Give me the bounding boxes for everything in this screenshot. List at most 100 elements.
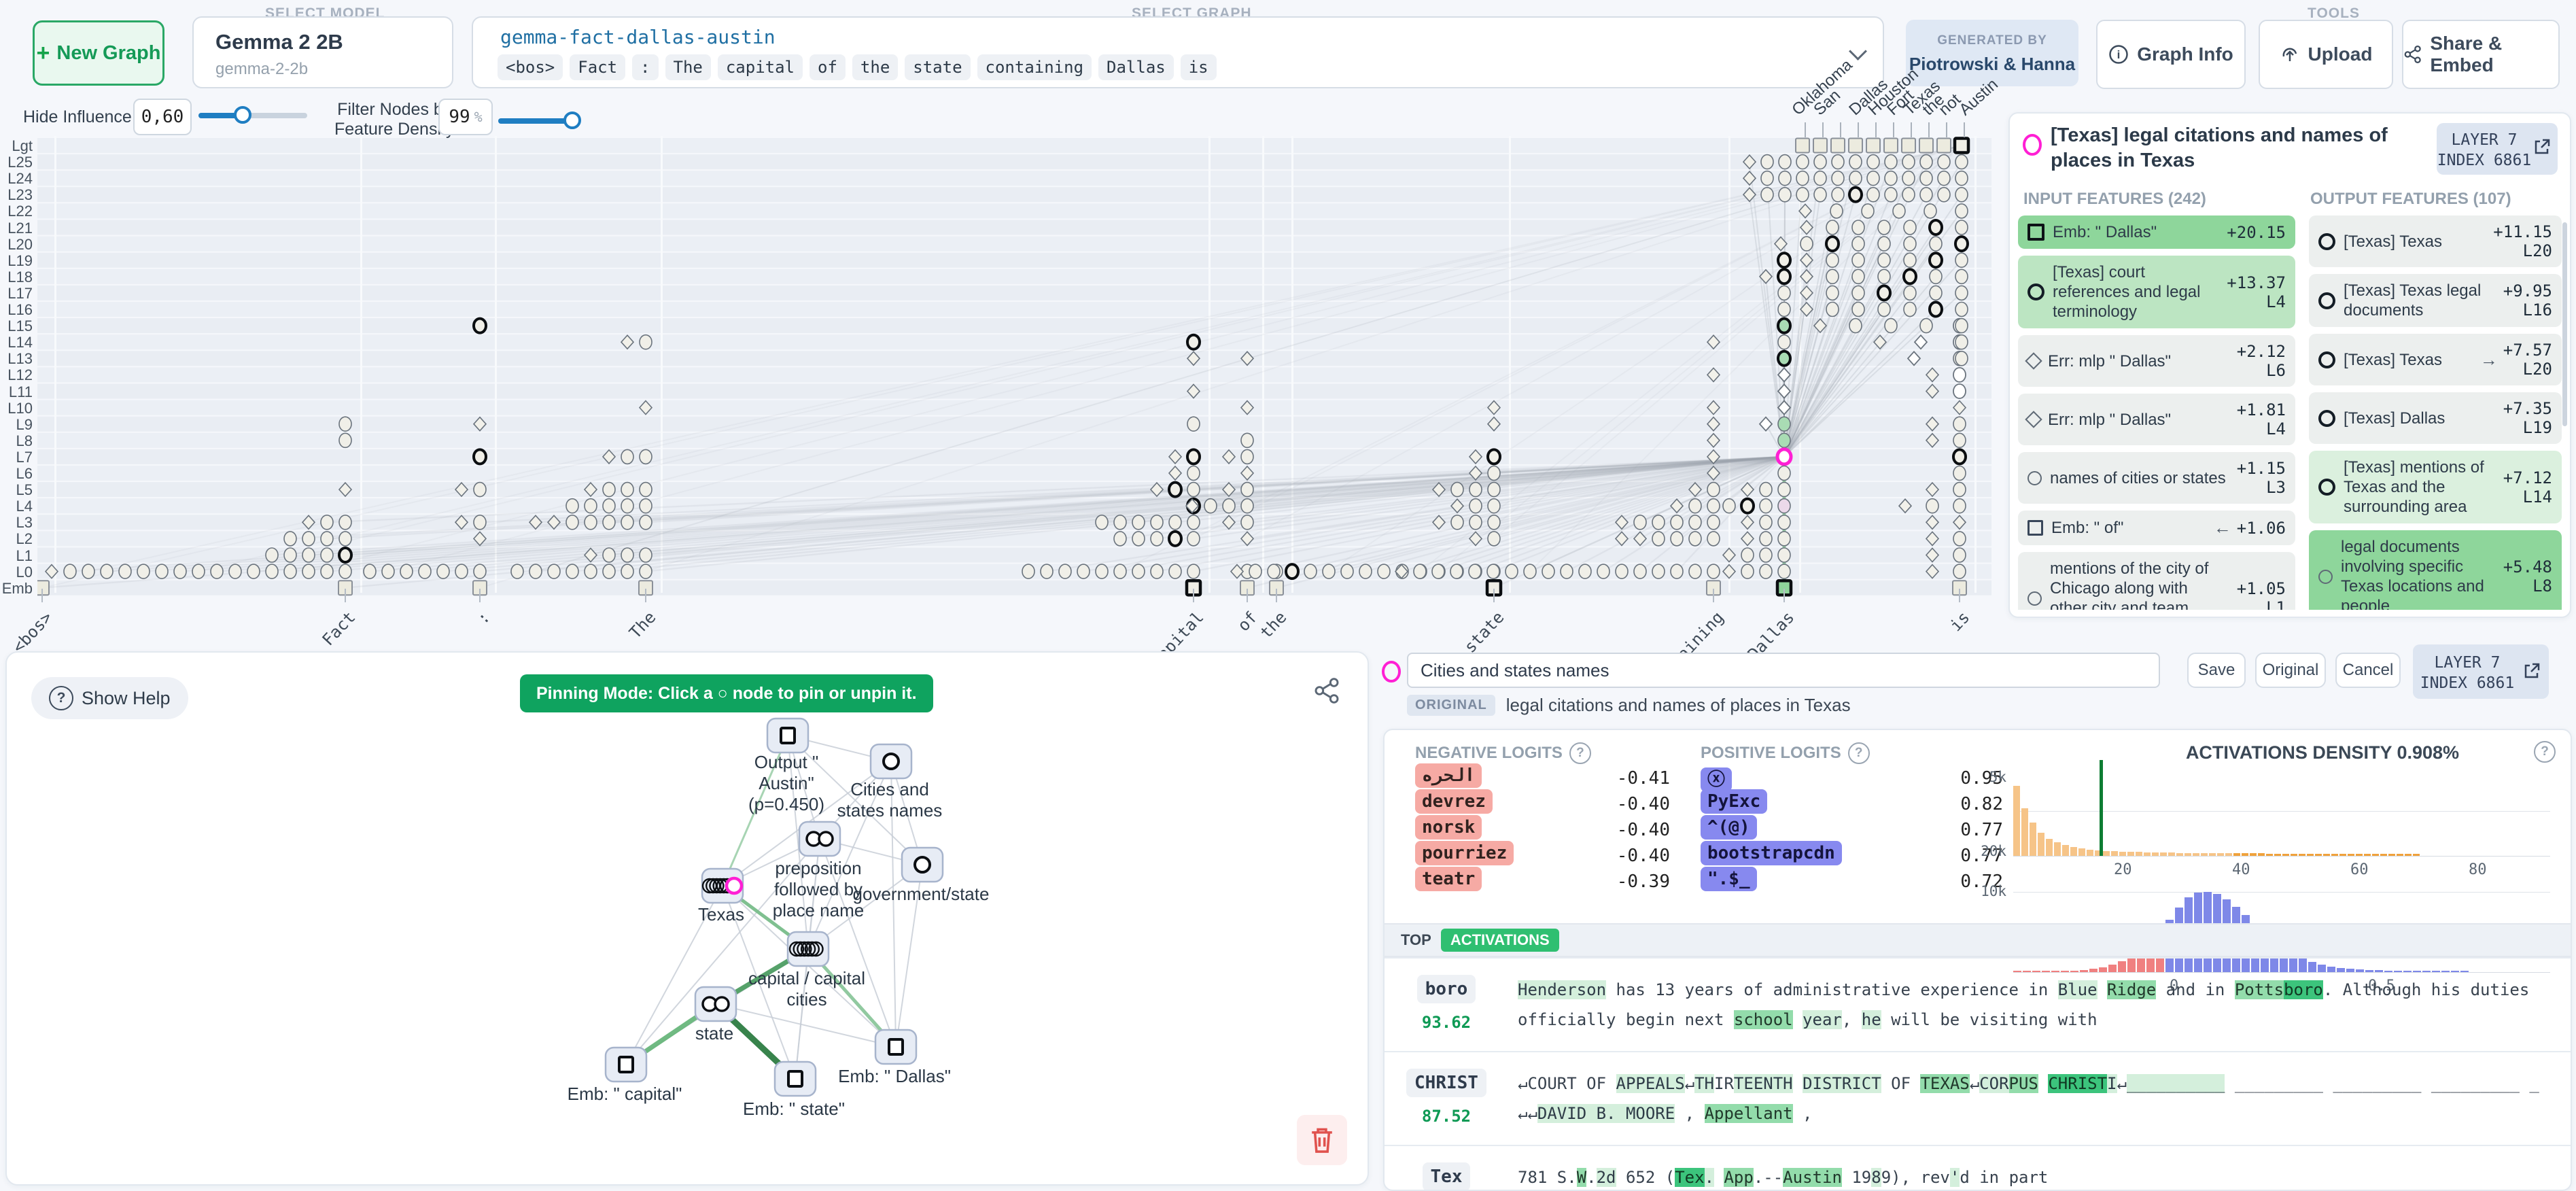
activations-density-title: ACTIVATIONS DENSITY 0.908% (2185, 742, 2460, 763)
prompt-token[interactable]: capital (717, 54, 803, 80)
prompt-token[interactable]: Dallas (1098, 54, 1174, 80)
activation-value: 93.62 (1421, 1013, 1472, 1032)
feature-label: [Texas] court references and legal termi… (2053, 263, 2201, 321)
graph-select[interactable]: gemma-fact-dallas-austin <bos> Fact: The ca… (472, 16, 1884, 88)
feature-list-item[interactable]: names of cities or states +1.15 L3 (2018, 452, 2295, 504)
feature-list-item[interactable]: mentions of the city of Chicago along wi… (2018, 552, 2295, 610)
subgraph-node-texas[interactable] (701, 867, 742, 901)
upload-button[interactable]: Upload (2259, 20, 2393, 89)
prompt-token[interactable]: of (810, 54, 846, 80)
subgraph-node-emb_capital[interactable] (604, 1046, 645, 1080)
hide-influence-slider[interactable] (198, 106, 307, 124)
prompt-token[interactable]: The (665, 54, 711, 80)
cancel-button[interactable]: Cancel (2335, 653, 2401, 688)
graph-info-label: Graph Info (2137, 44, 2233, 65)
hide-influence-input[interactable]: 0,60 (133, 99, 192, 135)
layer-label: L20 (7, 235, 33, 253)
top-label: TOP (1401, 931, 1431, 948)
feature-value: +7.12 L14 (2503, 468, 2552, 506)
logit-tick (1946, 122, 1947, 137)
selected-node-ring-icon (1382, 661, 1401, 683)
feature-value: +9.95 L16 (2503, 281, 2552, 320)
activation-row[interactable]: boro 93.62 Henderson has 13 years of admin… (1385, 957, 2571, 1051)
feature-list-item[interactable]: Err: mlp " Dallas" +1.81 L4 (2018, 394, 2295, 445)
feature-list-item[interactable]: [Texas] court references and legal termi… (2018, 256, 2295, 328)
prompt-token[interactable]: the (852, 54, 899, 80)
prompt-token[interactable]: is (1180, 54, 1217, 80)
save-button[interactable]: Save (2187, 653, 2246, 688)
subgraph-node-government[interactable] (901, 846, 941, 880)
negative-logit-value: -0.41 (1616, 768, 1670, 789)
filter-density-input[interactable]: 99% (438, 99, 493, 135)
axis-tick (1193, 589, 1194, 602)
generated-by-badge: GENERATED BY Piotrowski & Hanna (1906, 20, 2078, 86)
activation-row[interactable]: CHRIST 87.52 ↵COURT OF APPEALS↵THIRTEENTH … (1385, 1051, 2571, 1145)
feature-label: [Texas] Texas (2344, 350, 2442, 369)
prompt-token[interactable]: : (632, 54, 659, 80)
share-embed-button[interactable]: Share & Embed (2402, 20, 2560, 89)
feature-value: +1.81 L4 (2236, 400, 2286, 438)
feature-value: +11.15 L20 (2493, 222, 2552, 260)
original-button[interactable]: Original (2255, 653, 2326, 688)
subgraph-node-label-emb_capital: Emb: " capital" (567, 1084, 682, 1104)
axis-tick (1783, 589, 1785, 602)
positive-logit-token: PyExc (1701, 789, 1768, 814)
model-select[interactable]: Gemma 2 2B gemma-2-2b (192, 16, 617, 88)
subgraph-node-emb_dallas[interactable] (874, 1029, 915, 1063)
feature-label-input[interactable] (1407, 653, 2160, 688)
layer-label: L3 (16, 514, 33, 532)
prompt-token[interactable]: Fact (570, 54, 626, 80)
scrollbar[interactable] (2562, 222, 2567, 426)
subgraph-node-capital_cities[interactable] (786, 931, 827, 965)
axis-tick (645, 589, 646, 602)
subgraph-node-preposition[interactable] (798, 821, 839, 855)
subgraph-node-label-capital_cities: capital / capital cities (748, 968, 865, 1009)
positive-logit-token: ".$_ (1701, 867, 1757, 891)
prompt-token[interactable]: state (905, 54, 971, 80)
feature-list-item[interactable]: Err: mlp " Dallas" +2.12 L6 (2018, 335, 2295, 387)
layer-label: L4 (16, 498, 33, 515)
logit-tick (1964, 122, 1965, 137)
pinned-feature-node-icon (2318, 232, 2335, 250)
feature-list-item[interactable]: [Texas] Dallas +7.35 L19 (2309, 392, 2562, 444)
feature-node-icon (2027, 470, 2042, 485)
feature-list-item[interactable]: [Texas] Texas → +7.57 L20 (2309, 334, 2562, 385)
detail-layer-badge[interactable]: LAYER 7 INDEX 6861 (2413, 644, 2549, 699)
attribution-graph-canvas[interactable] (35, 136, 1991, 597)
feature-list-item[interactable]: legal documents involving specific Texas… (2309, 530, 2562, 610)
feature-list-item[interactable]: Emb: " Dallas" +20.15 (2018, 215, 2295, 249)
feature-list-item[interactable]: [Texas] mentions of Texas and the surrou… (2309, 451, 2562, 523)
layer-index-badge[interactable]: LAYER 7 INDEX 6861 (2437, 123, 2558, 175)
feature-value: +1.15 L3 (2236, 459, 2286, 497)
question-icon: ? (2534, 741, 2556, 763)
feature-title: [Texas] legal citations and names of pla… (2051, 124, 2388, 171)
subgraph-node-austin[interactable] (766, 717, 807, 751)
positive-logit-token: bootstrapcdn (1701, 841, 1842, 865)
logit-tick (1911, 122, 1912, 137)
logit-tick (1858, 122, 1859, 137)
question-icon: ? (1847, 742, 1870, 764)
layer-label: L12 (7, 366, 33, 384)
new-graph-label: New Graph (56, 41, 161, 64)
feature-label: [Texas] mentions of Texas and the surrou… (2344, 458, 2484, 516)
filter-density-slider[interactable] (498, 111, 581, 129)
new-graph-button[interactable]: + New Graph (33, 20, 164, 86)
negative-logit-value: -0.40 (1616, 820, 1670, 840)
activation-row[interactable]: Tex81.51781 S.W.2d 652 (Tex. App.--Austi… (1385, 1145, 2571, 1190)
graph-info-button[interactable]: i Graph Info (2096, 20, 2246, 89)
feature-panel: [Texas] legal citations and names of pla… (2008, 112, 2571, 618)
subgraph-node-cities[interactable] (869, 743, 910, 777)
feature-list-item[interactable]: Emb: " of" ← +1.06 (2018, 511, 2295, 545)
feature-value: +2.12 L6 (2236, 342, 2286, 380)
prompt-token[interactable]: containing (977, 54, 1092, 80)
subgraph-node-state[interactable] (694, 986, 735, 1020)
feature-list-item[interactable]: [Texas] Texas legal documents +9.95 L16 (2309, 274, 2562, 327)
share-icon (2404, 46, 2421, 63)
feature-list-item[interactable]: [Texas] Texas +11.15 L20 (2309, 215, 2562, 267)
feature-label: names of cities or states (2050, 468, 2226, 487)
prompt-token[interactable]: <bos> (498, 54, 563, 80)
error-node-icon (2025, 352, 2042, 370)
feature-value: +7.57 L20 (2503, 341, 2552, 379)
layer-label: L7 (16, 448, 33, 466)
subgraph-node-label-emb_dallas: Emb: " Dallas" (838, 1066, 951, 1086)
